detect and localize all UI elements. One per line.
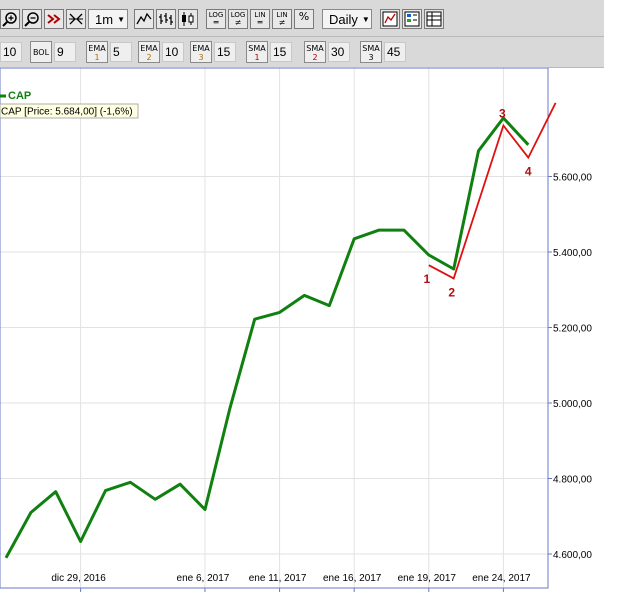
scroll-forward-icon[interactable] — [44, 9, 64, 29]
x-tick-label: ene 24, 2017 — [472, 573, 531, 584]
ema2-button[interactable]: EMA2 — [138, 41, 160, 63]
ema1-button[interactable]: EMA1 — [86, 41, 108, 63]
x-tick-label: ene 11, 2017 — [249, 573, 307, 584]
bar-chart-icon[interactable] — [156, 9, 176, 29]
log-ne-button[interactable]: LOG≠ — [228, 9, 248, 29]
y-tick-label: 4.600,00 — [553, 550, 592, 561]
ema3-button[interactable]: EMA3 — [190, 41, 212, 63]
fit-chart-icon[interactable] — [66, 9, 86, 29]
legend-label: CAP — [8, 90, 31, 102]
lin-ne-button[interactable]: LIN≠ — [272, 9, 292, 29]
x-tick-label: ene 16, 2017 — [323, 573, 382, 584]
line-chart-icon[interactable] — [134, 9, 154, 29]
sma1-button[interactable]: SMA1 — [246, 41, 268, 63]
lin-scale-button[interactable]: LIN═ — [250, 9, 270, 29]
interval-label: Daily — [329, 12, 358, 27]
x-tick-label: ene 6, 2017 — [177, 573, 230, 584]
sma2-button[interactable]: SMA2 — [304, 41, 326, 63]
price-chart: 4.600,00 4.800,00 5.000,00 5.200,00 5.400,00… — [0, 68, 604, 611]
wave-label: 3 — [499, 107, 506, 121]
chevron-down-icon: ▼ — [362, 15, 370, 24]
sma2-value-field[interactable]: 30 — [328, 42, 350, 62]
interval-select[interactable]: Daily ▼ — [322, 9, 372, 29]
wave-label: 4 — [525, 165, 532, 179]
y-tick-label: 4.800,00 — [553, 475, 592, 486]
sma1-value-field[interactable]: 15 — [270, 42, 292, 62]
y-tick-label: 5.400,00 — [553, 248, 592, 259]
percent-button[interactable]: % — [294, 9, 314, 29]
wave-label: 2 — [448, 285, 455, 299]
period-label: 1m — [95, 12, 113, 27]
zoom-out-icon[interactable] — [22, 9, 42, 29]
y-tick-label: 5.200,00 — [553, 324, 592, 335]
ema3-value-field[interactable]: 15 — [214, 42, 236, 62]
bollinger-button[interactable]: BOL — [30, 41, 52, 63]
log-scale-button[interactable]: LOG═ — [206, 9, 226, 29]
chart-background — [0, 68, 604, 611]
bollinger-value-field[interactable]: 9 — [54, 42, 76, 62]
indicators-icon[interactable] — [380, 9, 400, 29]
period-select[interactable]: 1m ▼ — [88, 9, 128, 29]
y-tick-label: 5.000,00 — [553, 399, 592, 410]
main-toolbar: 1m ▼ LOG═ LOG≠ LIN═ LIN≠ % Daily ▼ — [0, 0, 604, 37]
y-tick-label: 5.600,00 — [553, 173, 592, 184]
wave-label: 1 — [423, 272, 430, 286]
price-info-text: CAP [Price: 5.684,00] (-1,6%) — [1, 107, 133, 118]
chevron-down-icon: ▼ — [117, 15, 125, 24]
ema1-value-field[interactable]: 5 — [110, 42, 132, 62]
sma3-button[interactable]: SMA3 — [360, 41, 382, 63]
window-edge — [604, 0, 623, 611]
table-icon[interactable] — [424, 9, 444, 29]
ema2-value-field[interactable]: 10 — [162, 42, 184, 62]
candlestick-icon[interactable] — [178, 9, 198, 29]
x-tick-label: ene 19, 2017 — [398, 573, 457, 584]
sma3-value-field[interactable]: 45 — [384, 42, 406, 62]
compare-icon[interactable] — [402, 9, 422, 29]
zoom-in-icon[interactable] — [0, 9, 20, 29]
x-tick-label: dic 29, 2016 — [51, 573, 106, 584]
price-chart-svg: 4.600,00 4.800,00 5.000,00 5.200,00 5.400,00… — [0, 68, 604, 611]
indicator-value-field[interactable]: 10 — [0, 42, 22, 62]
